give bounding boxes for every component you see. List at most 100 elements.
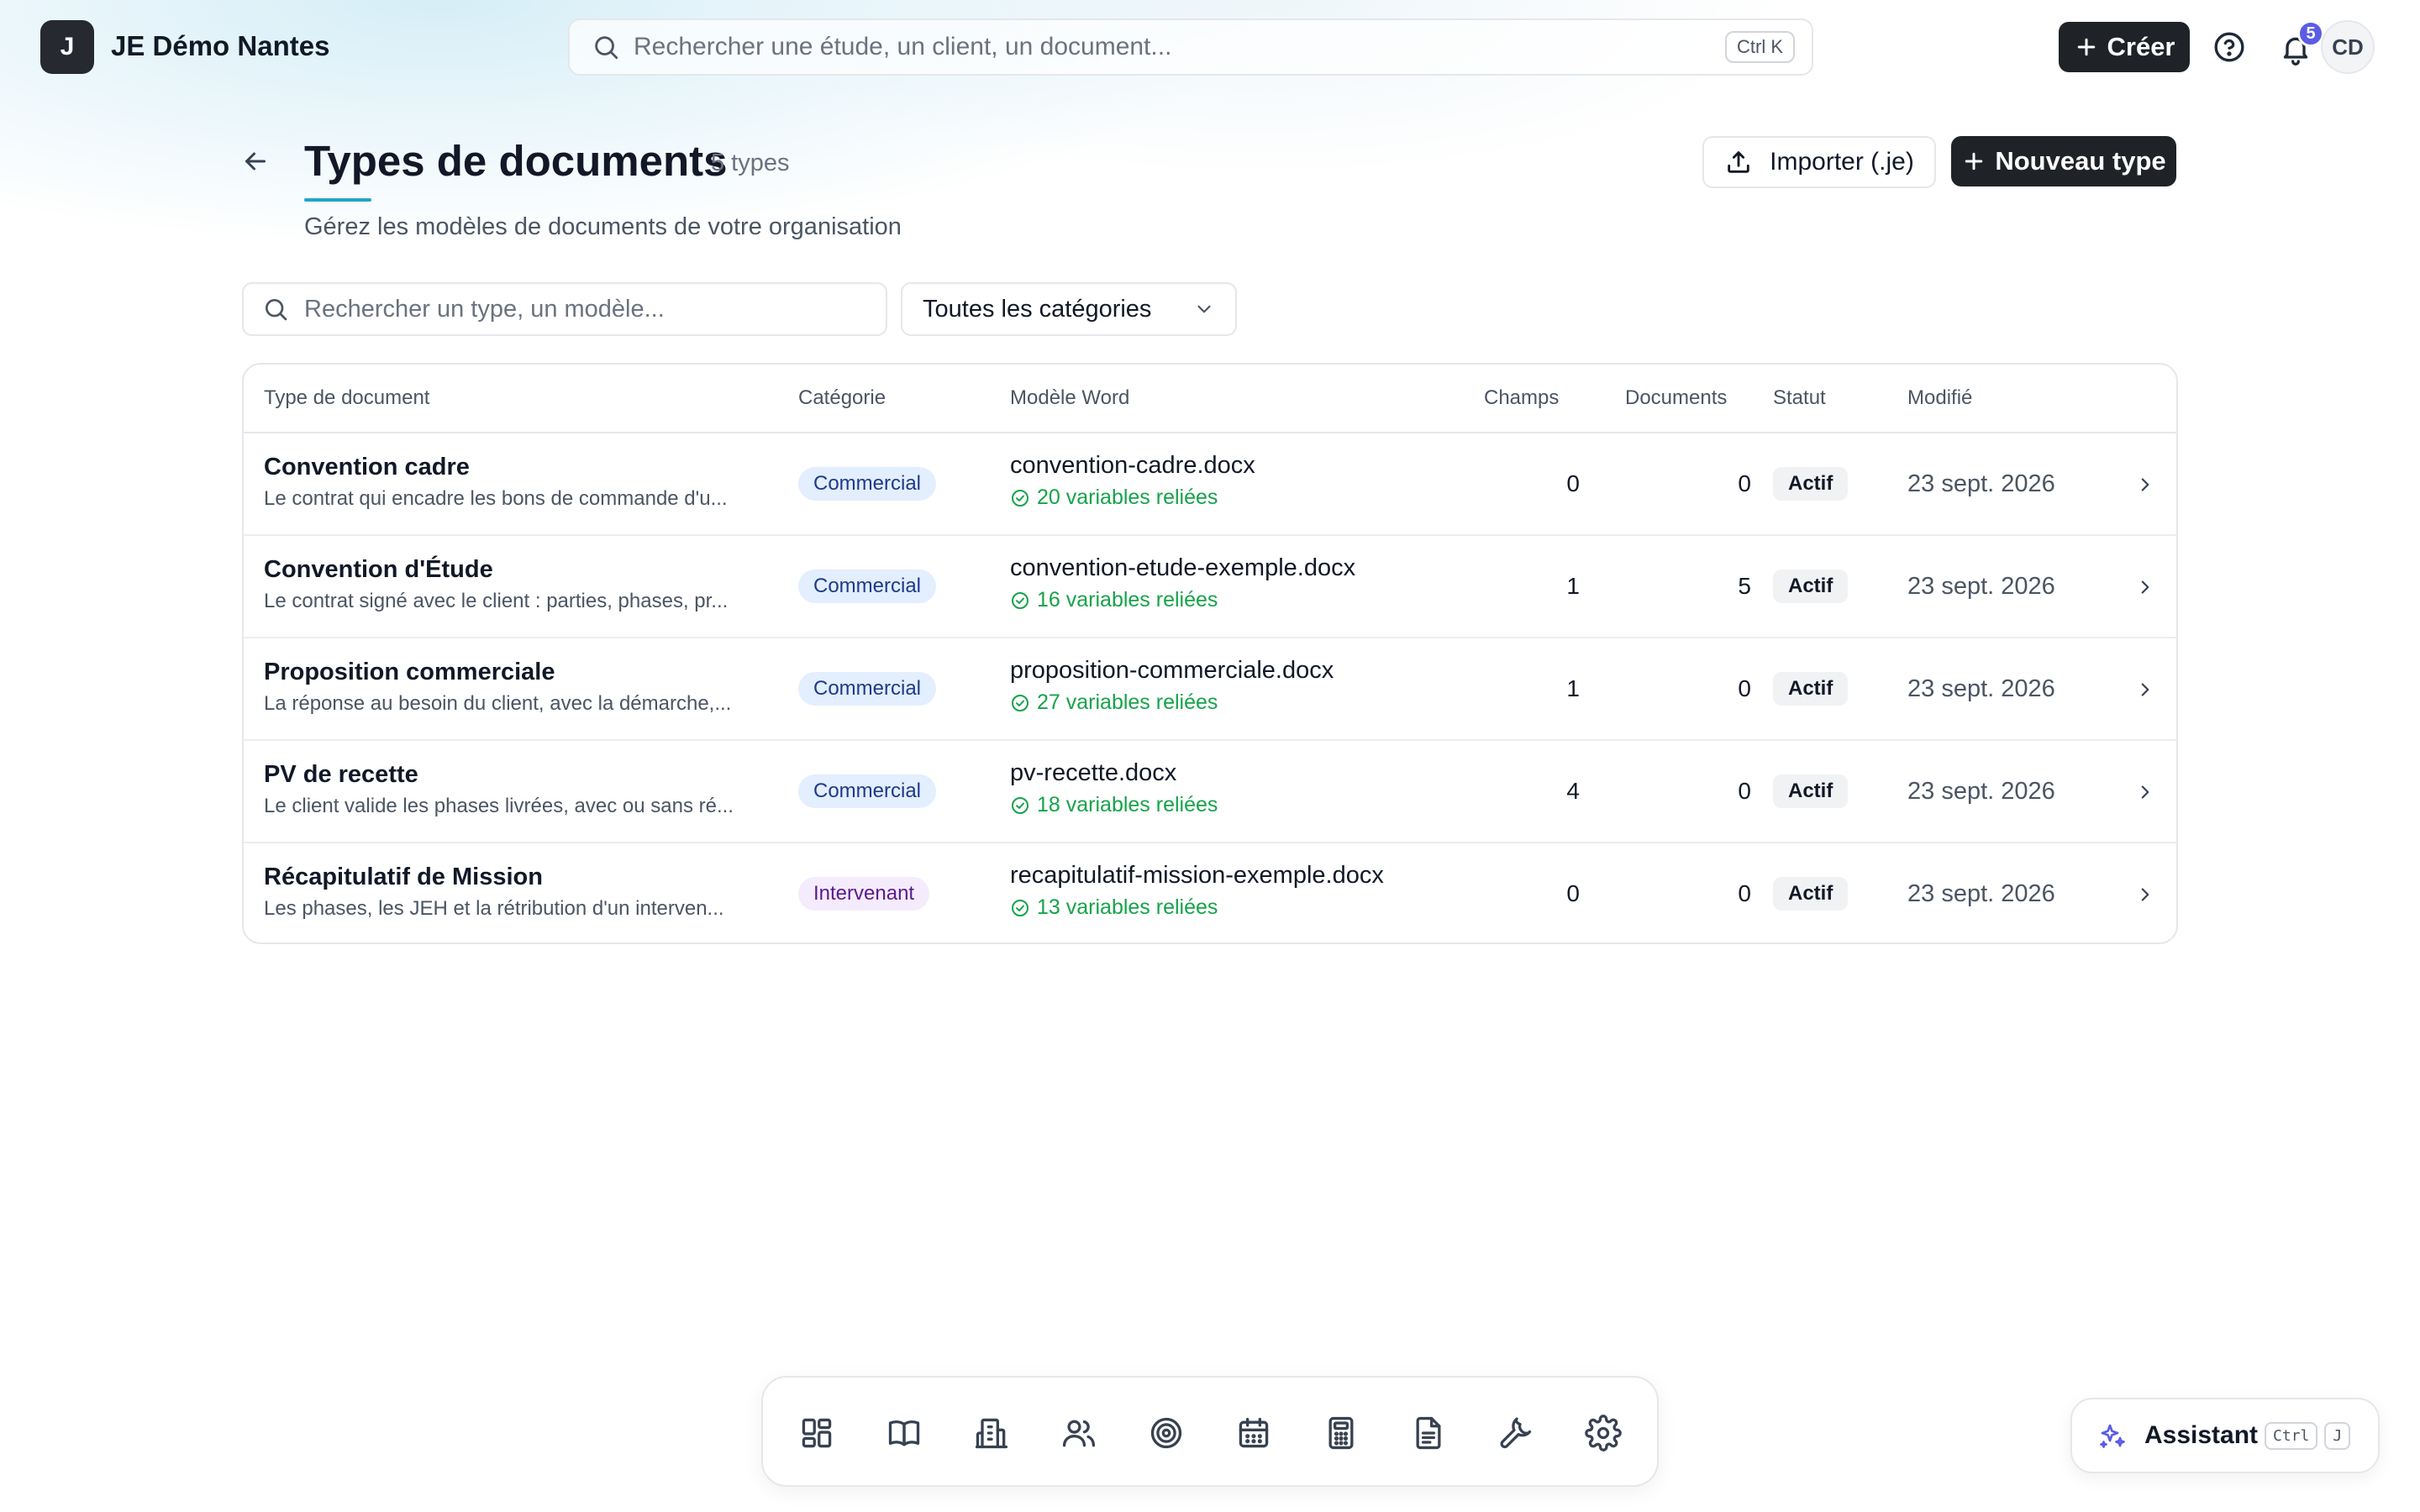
page-subtitle: Gérez les modèles de documents de votre … xyxy=(304,213,902,240)
table-row[interactable]: Convention cadre Le contrat qui encadre … xyxy=(244,433,2176,536)
avatar[interactable]: CD xyxy=(2321,20,2375,74)
status-badge: Actif xyxy=(1773,877,1849,911)
title-underline xyxy=(304,198,371,202)
assistant-shortcut-key: Ctrl xyxy=(2265,1421,2318,1450)
back-arrow-icon[interactable] xyxy=(240,146,271,176)
category-badge: Commercial xyxy=(798,774,937,808)
table-row[interactable]: Récapitulatif de Mission Les phases, les… xyxy=(244,843,2176,942)
dock-item-book[interactable] xyxy=(882,1411,926,1455)
documents-count: 0 xyxy=(1738,778,1751,804)
linked-variables: 27 variables reliées xyxy=(1010,690,1218,715)
category-filter-select[interactable]: Toutes les catégories xyxy=(901,282,1237,336)
category-badge: Commercial xyxy=(798,467,937,501)
status-badge: Actif xyxy=(1773,570,1849,603)
notifications-button[interactable]: 5 xyxy=(2274,20,2324,71)
sparkles-icon xyxy=(2100,1424,2125,1448)
global-search-input[interactable] xyxy=(634,33,1725,61)
help-icon[interactable] xyxy=(2212,30,2246,64)
category-selected: Toutes les catégories xyxy=(923,295,1152,323)
fields-count: 0 xyxy=(1566,880,1580,906)
document-icon xyxy=(1416,1416,1441,1450)
search-icon xyxy=(595,36,618,60)
check-circle-icon xyxy=(1012,489,1028,507)
chevron-right-icon[interactable] xyxy=(2134,474,2156,496)
linked-variables-label: 13 variables reliées xyxy=(1037,895,1218,919)
settings-icon xyxy=(1585,1415,1622,1452)
global-search[interactable]: Ctrl K xyxy=(568,18,1813,76)
column-header[interactable]: Type de document xyxy=(264,386,429,410)
linked-variables: 20 variables reliées xyxy=(1010,486,1218,510)
fields-count: 1 xyxy=(1566,675,1580,701)
table-row[interactable]: PV de recette Le client valide les phase… xyxy=(244,741,2176,843)
column-header[interactable]: Modèle Word xyxy=(1010,386,1129,410)
dock-item-calendar[interactable] xyxy=(1232,1411,1276,1455)
column-header[interactable]: Documents xyxy=(1625,386,1727,410)
word-template-file: proposition-commerciale.docx xyxy=(1010,657,1334,684)
dock-item-clients[interactable] xyxy=(970,1411,1013,1455)
documents-count: 0 xyxy=(1738,470,1751,496)
status-badge: Actif xyxy=(1773,774,1849,808)
chevron-right-icon[interactable] xyxy=(2134,884,2156,906)
building-icon xyxy=(975,1418,1008,1449)
dock-item-documents[interactable] xyxy=(1407,1411,1450,1455)
document-type-name: Récapitulatif de Mission xyxy=(264,864,543,890)
linked-variables: 13 variables reliées xyxy=(1010,895,1218,920)
dock-item-users[interactable] xyxy=(1057,1411,1101,1455)
notification-count: 5 xyxy=(2297,20,2324,47)
category-badge: Commercial xyxy=(798,570,937,603)
dock-item-settings[interactable] xyxy=(1581,1411,1625,1455)
dock-item-calculator[interactable] xyxy=(1319,1411,1363,1455)
document-type-name: Convention cadre xyxy=(264,454,470,480)
dock-item-tools[interactable] xyxy=(1494,1411,1538,1455)
linked-variables-label: 18 variables reliées xyxy=(1037,793,1218,816)
fields-count: 1 xyxy=(1566,573,1580,599)
create-label: Créer xyxy=(2107,32,2175,61)
wrench-icon xyxy=(1500,1417,1532,1449)
new-type-label: Nouveau type xyxy=(1995,146,2166,176)
category-badge: Commercial xyxy=(798,672,937,706)
fields-count: 0 xyxy=(1566,470,1580,496)
table-row[interactable]: Convention d'Étude Le contrat signé avec… xyxy=(244,536,2176,638)
documents-count: 0 xyxy=(1738,675,1751,701)
chevron-right-icon[interactable] xyxy=(2134,576,2156,598)
search-icon xyxy=(266,299,287,321)
linked-variables-label: 20 variables reliées xyxy=(1037,486,1218,509)
org-logo[interactable]: J xyxy=(40,20,94,74)
fields-count: 4 xyxy=(1566,778,1580,804)
assistant-button[interactable]: Assistant Ctrl J xyxy=(2070,1398,2380,1473)
new-type-button[interactable]: Nouveau type xyxy=(1951,136,2176,186)
dock-item-dashboard[interactable] xyxy=(795,1411,839,1455)
type-search-input[interactable] xyxy=(304,295,867,323)
document-type-name: PV de recette xyxy=(264,761,418,788)
chevron-right-icon[interactable] xyxy=(2134,781,2156,803)
column-header[interactable]: Catégorie xyxy=(798,386,886,410)
org-name[interactable]: JE Démo Nantes xyxy=(111,30,329,62)
org-initial: J xyxy=(60,33,75,60)
column-header[interactable]: Champs xyxy=(1484,386,1559,410)
type-search[interactable] xyxy=(242,282,887,336)
import-button[interactable]: Importer (.je) xyxy=(1702,136,1936,188)
linked-variables-label: 16 variables reliées xyxy=(1037,588,1218,612)
table-header: Type de document Catégorie Modèle Word C… xyxy=(244,365,2176,433)
column-header[interactable]: Modifié xyxy=(1907,386,1972,410)
table-row[interactable]: Proposition commerciale La réponse au be… xyxy=(244,638,2176,741)
column-header[interactable]: Statut xyxy=(1773,386,1826,410)
app-root: J JE Démo Nantes Ctrl K Créer 5 CD Types… xyxy=(0,0,2420,1512)
check-circle-icon xyxy=(1012,591,1028,609)
import-label: Importer (.je) xyxy=(1770,148,1914,176)
chevron-right-icon[interactable] xyxy=(2134,679,2156,701)
users-icon xyxy=(1062,1420,1096,1447)
check-circle-icon xyxy=(1012,899,1028,916)
assistant-shortcut-key: J xyxy=(2324,1421,2351,1450)
modified-date: 23 sept. 2026 xyxy=(1907,470,2055,497)
dock-item-target[interactable] xyxy=(1144,1411,1188,1455)
calendar-icon xyxy=(1239,1417,1269,1448)
type-count: 5 types xyxy=(711,150,790,176)
plus-icon xyxy=(2077,38,2095,56)
check-circle-icon xyxy=(1012,694,1028,711)
modified-date: 23 sept. 2026 xyxy=(1907,675,2055,702)
status-badge: Actif xyxy=(1773,672,1849,706)
modified-date: 23 sept. 2026 xyxy=(1907,778,2055,805)
dashboard-icon xyxy=(802,1418,832,1448)
create-button[interactable]: Créer xyxy=(2059,22,2190,72)
